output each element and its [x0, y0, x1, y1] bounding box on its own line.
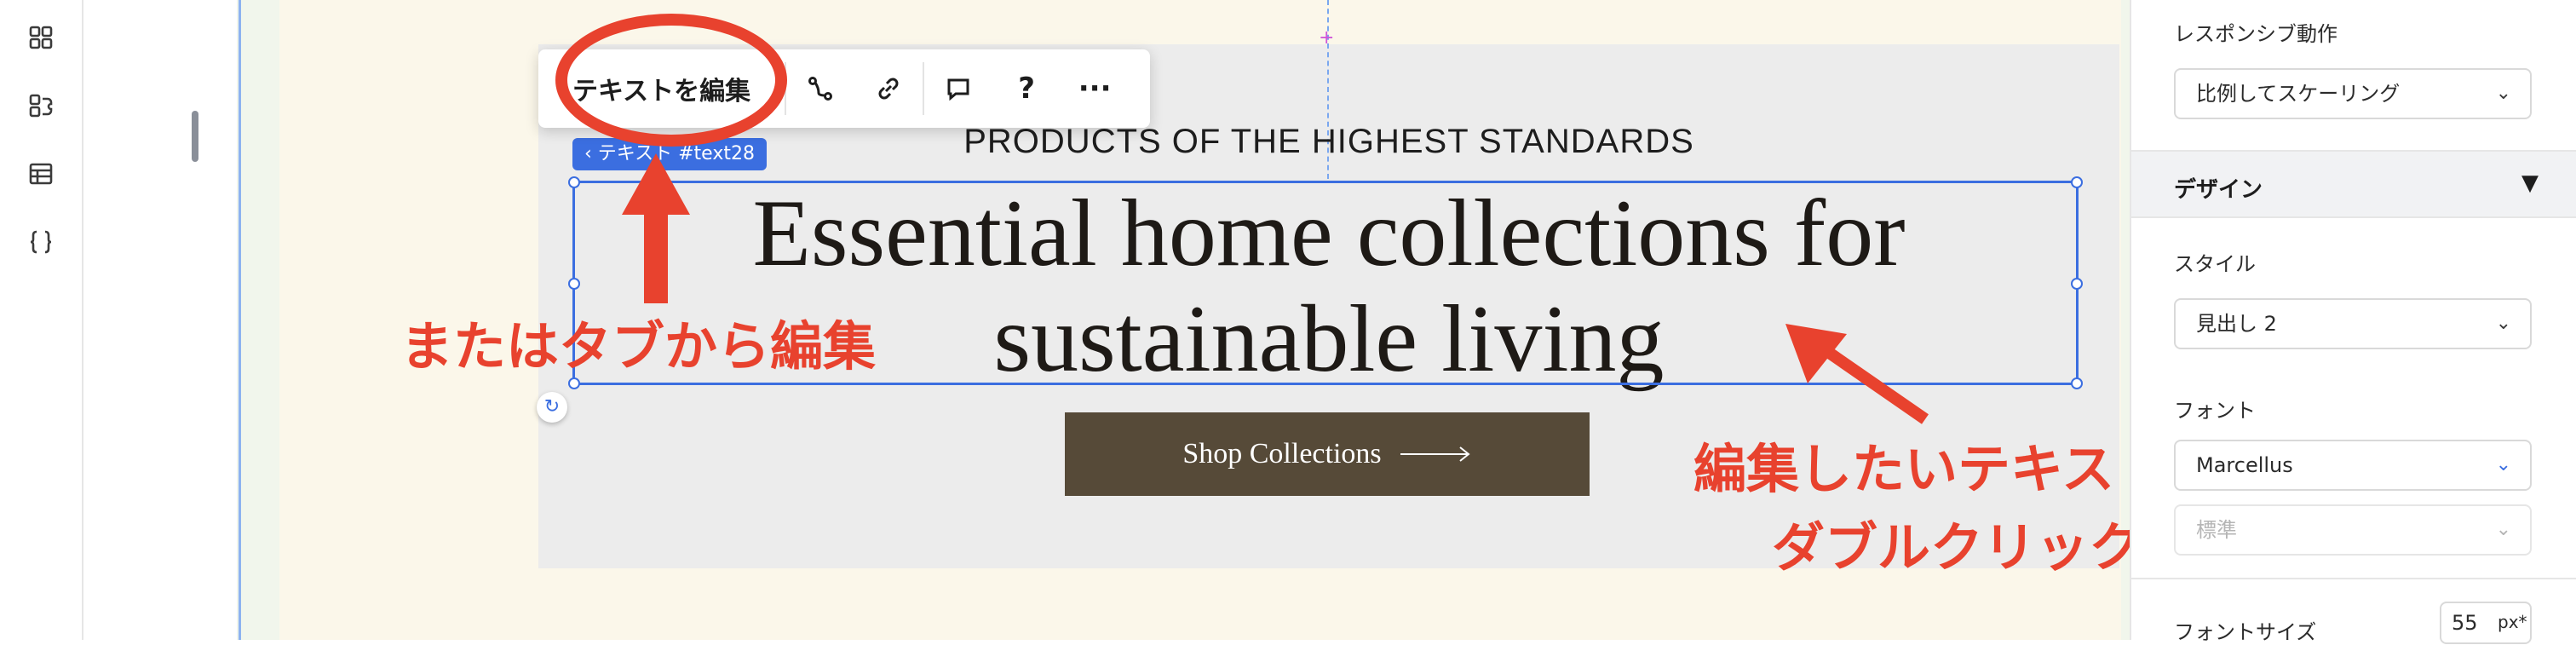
arrow-right-icon [1400, 446, 1470, 462]
link-icon[interactable] [854, 49, 923, 128]
annotation-double-click-line-2: ダブルクリック [1772, 516, 2142, 579]
resize-handle-bottom-right[interactable] [2071, 377, 2083, 389]
shop-collections-label: Shop Collections [1182, 438, 1382, 469]
font-select[interactable]: Marcellus ⌄ [2174, 440, 2532, 491]
animation-curve-icon[interactable] [786, 49, 854, 128]
collapse-triangle-icon: ▼ [2521, 170, 2539, 196]
style-select[interactable]: 見出し 2 ⌄ [2174, 298, 2532, 349]
resize-handle-top-right[interactable] [2071, 176, 2083, 188]
code-braces-icon[interactable] [24, 225, 58, 259]
help-icon[interactable]: ? [992, 49, 1061, 128]
left-toolbar [0, 0, 83, 640]
font-weight-value: 標準 [2196, 518, 2237, 542]
hero-subtitle[interactable]: PRODUCTS OF THE HIGHEST STANDARDS [538, 123, 2119, 161]
guide-marker-icon: + [1319, 27, 1335, 49]
rotate-icon[interactable]: ↻ [537, 392, 567, 423]
resize-handle-top-left[interactable] [568, 176, 580, 188]
comment-icon[interactable] [924, 49, 992, 128]
layers-scrollbar[interactable] [192, 111, 198, 162]
annotation-circle [555, 14, 787, 147]
more-actions-icon[interactable]: ··· [1061, 49, 1129, 128]
apps-icon[interactable] [24, 20, 58, 55]
add-section-icon[interactable] [24, 89, 58, 123]
font-size-unit[interactable]: px* [2498, 612, 2527, 632]
site-edge-guide [239, 0, 241, 640]
chevron-down-icon: ⌄ [2495, 83, 2511, 104]
resize-handle-left[interactable] [568, 278, 580, 290]
chevron-down-icon: ⌄ [2495, 454, 2511, 475]
style-value: 見出し 2 [2196, 312, 2277, 336]
font-label: フォント [2174, 399, 2256, 423]
font-weight-select[interactable]: 標準 ⌄ [2174, 504, 2532, 556]
resize-handle-right[interactable] [2071, 278, 2083, 290]
panel-divider [2131, 578, 2576, 579]
table-icon[interactable] [24, 157, 58, 191]
chevron-down-icon: ⌄ [2495, 313, 2511, 334]
design-section-header[interactable]: デザイン ▼ [2131, 150, 2576, 218]
chevron-down-icon: ⌄ [2495, 519, 2511, 540]
inspector-panel: レスポンシブ動作 比例してスケーリング ⌄ デザイン ▼ スタイル 見出し 2 … [2130, 0, 2576, 644]
font-size-label: フォントサイズ [2174, 620, 2317, 644]
style-label: スタイル [2174, 252, 2256, 276]
font-value: Marcellus [2196, 453, 2293, 477]
annotation-arrow-up-icon [622, 153, 690, 303]
shop-collections-button[interactable]: Shop Collections [1065, 412, 1590, 496]
responsive-value: 比例してスケーリング [2196, 82, 2401, 106]
annotation-arrow-diagonal-icon [1785, 324, 1929, 424]
layers-panel [83, 0, 235, 640]
annotation-edit-from-tab: またはタブから編集 [400, 315, 877, 377]
design-label: デザイン [2174, 177, 2263, 203]
responsive-label: レスポンシブ動作 [2174, 22, 2337, 46]
responsive-select[interactable]: 比例してスケーリング ⌄ [2174, 68, 2532, 119]
